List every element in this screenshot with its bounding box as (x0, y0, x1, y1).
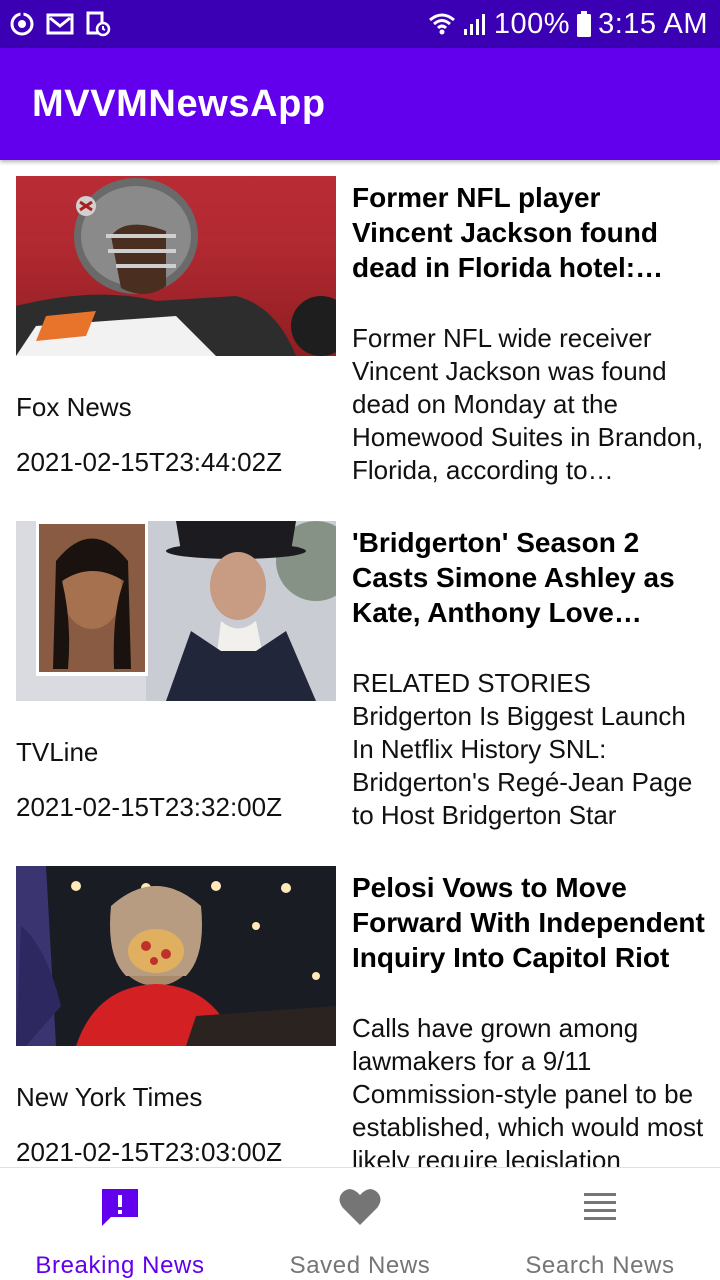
article-item[interactable]: Pelosi Vows to Move Forward With Indepen… (0, 850, 720, 1167)
device-clock-icon (84, 10, 112, 38)
nav-breaking-news[interactable]: Breaking News (0, 1168, 240, 1280)
nav-saved-news[interactable]: Saved News (240, 1168, 480, 1280)
news-list[interactable]: Former NFL player Vincent Jackson found … (0, 160, 720, 1167)
breaking-news-icon (98, 1186, 142, 1228)
gmail-icon (46, 10, 74, 38)
signal-icon (462, 12, 488, 36)
battery-percent: 100% (493, 7, 571, 40)
article-date: 2021-02-15T23:44:02Z (16, 447, 282, 477)
article-description: Former NFL wide receiver Vincent Jackson… (352, 323, 704, 485)
article-description: Calls have grown among lawmakers for a 9… (352, 1013, 704, 1167)
list-icon (578, 1186, 622, 1228)
article-title: Former NFL player Vincent Jackson found … (352, 182, 658, 283)
article-item[interactable]: Former NFL player Vincent Jackson found … (0, 160, 720, 505)
article-item[interactable]: 'Bridgerton' Season 2 Casts Simone Ashle… (0, 505, 720, 850)
battery-icon (576, 10, 592, 38)
nav-label: Saved News (289, 1252, 431, 1279)
article-description: RELATED STORIES Bridgerton Is Biggest La… (352, 668, 693, 830)
article-title: 'Bridgerton' Season 2 Casts Simone Ashle… (352, 527, 675, 628)
clock: 3:15 AM (598, 7, 708, 40)
article-image (16, 866, 336, 1046)
app-bar: MVVMNewsApp (0, 48, 720, 160)
article-date: 2021-02-15T23:03:00Z (16, 1137, 282, 1167)
article-date: 2021-02-15T23:32:00Z (16, 792, 282, 822)
article-source: TVLine (16, 737, 99, 767)
wifi-icon (428, 11, 456, 37)
article-image (16, 521, 336, 701)
sync-icon (8, 10, 36, 38)
bottom-navigation: Breaking News Saved News Search News (0, 1167, 720, 1280)
app-title: MVVMNewsApp (32, 82, 326, 125)
nav-search-news[interactable]: Search News (480, 1168, 720, 1280)
status-right: 100% 3:15 AM (428, 8, 708, 41)
article-title: Pelosi Vows to Move Forward With Indepen… (352, 872, 705, 973)
article-image (16, 176, 336, 356)
nav-label: Search News (525, 1252, 675, 1279)
heart-icon (338, 1186, 382, 1228)
status-bar: 100% 3:15 AM (0, 0, 720, 48)
status-left-icons (8, 10, 112, 38)
article-source: Fox News (16, 392, 132, 422)
nav-label: Breaking News (35, 1252, 205, 1279)
article-source: New York Times (16, 1082, 203, 1112)
